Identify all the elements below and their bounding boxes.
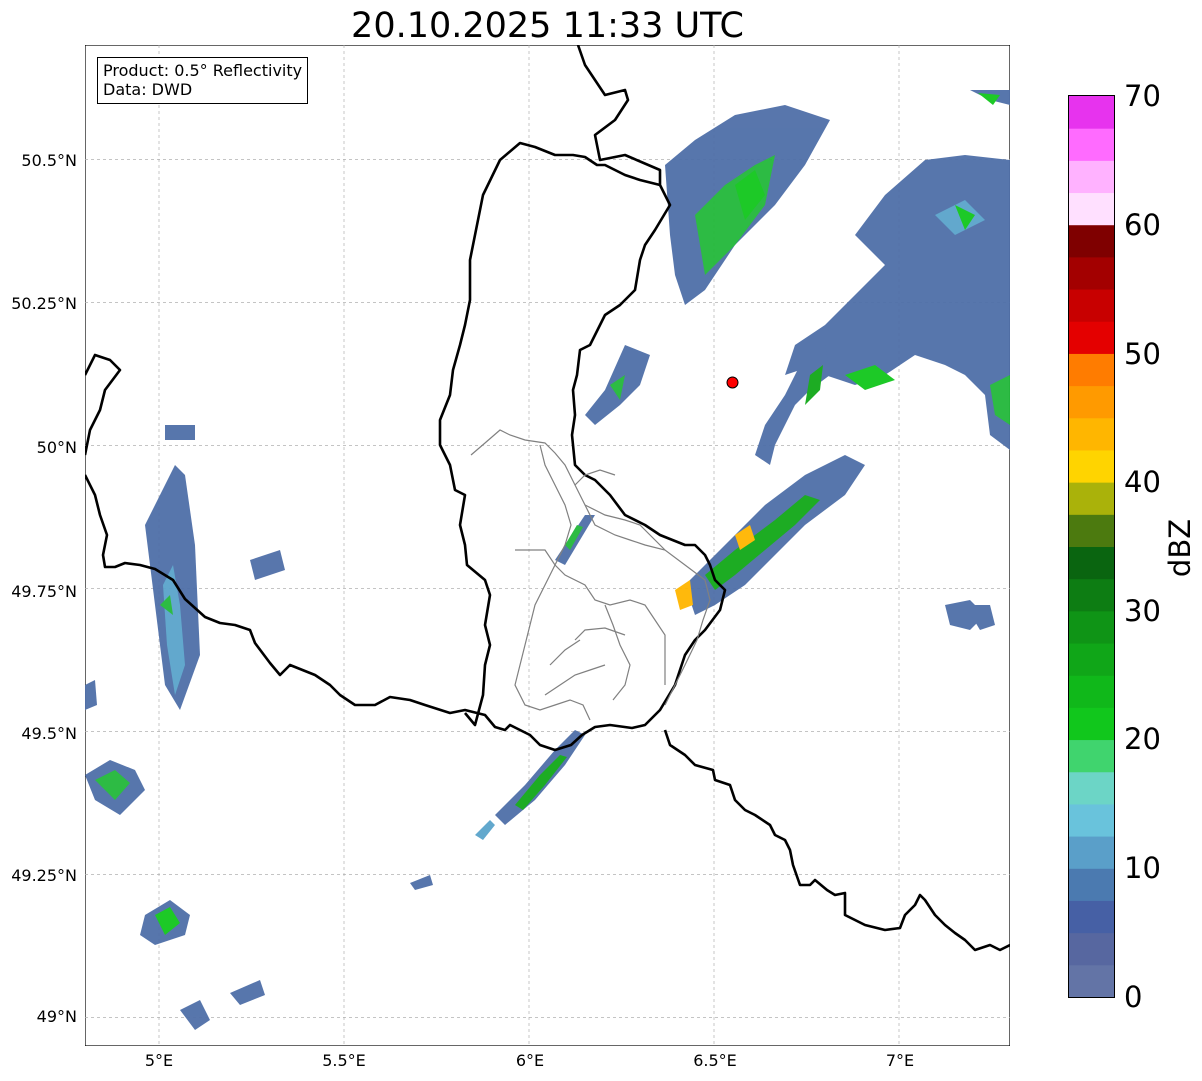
colorbar-segment [1069,514,1114,547]
colorbar-segment [1069,675,1114,708]
product-legend: Product: 0.5° Reflectivity Data: DWD [97,57,309,104]
dbz-colorbar [1068,95,1115,998]
colorbar-segment [1069,643,1114,676]
colorbar-segment [1069,385,1114,419]
product-label: Product: 0.5° Reflectivity [103,61,303,80]
lat-tick-label: 50°N [36,438,77,457]
colorbar-segment [1069,96,1114,129]
colorbar-segment [1069,836,1114,869]
colorbar-label: dBZ [1163,518,1197,578]
colorbar-segment [1069,321,1114,354]
colorbar-tick-label: 10 [1124,851,1161,885]
data-source-label: Data: DWD [103,80,193,99]
colorbar-tick-label: 60 [1124,208,1161,242]
colorbar-segment [1069,771,1114,805]
lon-tick-label: 5°E [144,1051,174,1070]
colorbar-segment [1069,932,1114,966]
colorbar-segment [1069,964,1114,997]
colorbar-tick-label: 70 [1124,79,1161,113]
colorbar-tick-label: 40 [1124,465,1161,499]
lat-tick-label: 50.25°N [11,294,77,313]
lon-tick-label: 6.5°E [693,1051,737,1070]
map-title: 20.10.2025 11:33 UTC [351,6,744,46]
colorbar-tick-label: 20 [1124,722,1161,756]
lon-tick-label: 6°E [515,1051,545,1070]
colorbar-segment [1069,160,1114,194]
radar-map[interactable] [85,45,1010,1046]
colorbar-tick-label: 30 [1124,594,1161,628]
colorbar-segment [1069,128,1114,161]
colorbar-tick-label: 0 [1124,980,1143,1014]
colorbar-segment [1069,610,1114,644]
colorbar-segment [1069,482,1114,515]
colorbar-segment [1069,546,1114,580]
colorbar-segment [1069,868,1114,901]
colorbar-segment [1069,900,1114,934]
colorbar-segment [1069,224,1114,258]
colorbar-segment [1069,417,1114,451]
colorbar-segment [1069,578,1114,612]
lat-tick-label: 49.5°N [21,724,77,743]
lon-tick-label: 5.5°E [322,1051,366,1070]
colorbar-segment [1069,739,1114,773]
colorbar-segment [1069,707,1114,741]
lat-tick-label: 49.75°N [11,582,77,601]
colorbar-segment [1069,192,1114,226]
colorbar-segment [1069,353,1114,387]
lat-tick-label: 49.25°N [11,866,77,885]
colorbar-tick-label: 50 [1124,337,1161,371]
colorbar-segment [1069,449,1114,483]
lat-tick-label: 50.5°N [21,151,77,170]
radar-site-marker [726,376,739,389]
map-frame [85,45,1010,1046]
colorbar-segment [1069,289,1114,322]
lon-tick-label: 7°E [885,1051,915,1070]
colorbar-segment [1069,256,1114,290]
colorbar-segment [1069,803,1114,837]
lat-tick-label: 49°N [36,1007,77,1026]
